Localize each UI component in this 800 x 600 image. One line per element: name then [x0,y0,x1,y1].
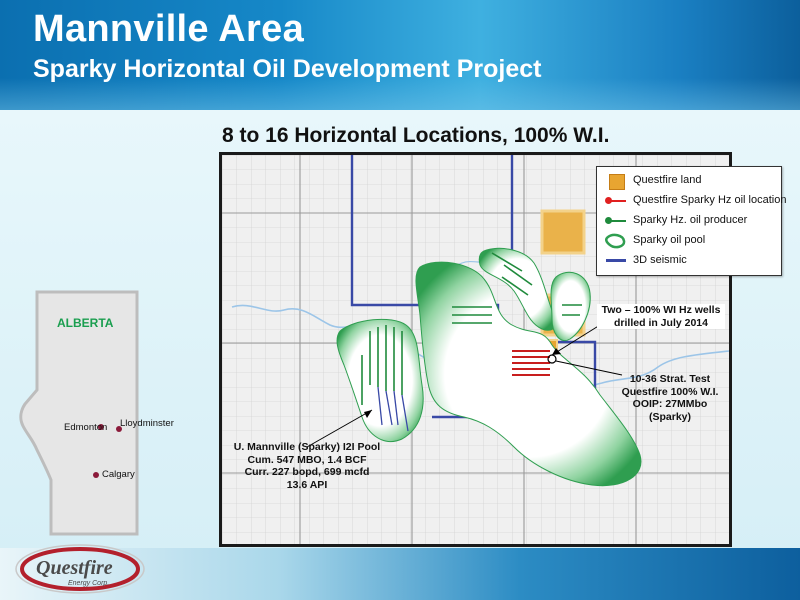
oil-pool-icon [605,233,627,249]
annotation-line: 13.6 API [286,478,328,491]
map-legend: Questfire land Questfire Sparky Hz oil l… [596,166,786,276]
annotation-line: drilled in July 2014 [614,316,708,329]
logo-subtitle: Energy Corp. [68,580,109,587]
annotation-line: 10-36 Strat. Test [629,373,711,385]
hz-location-icon [605,193,627,209]
slide-subtitle: Sparky Horizontal Oil Development Projec… [33,55,542,83]
legend-item-3d-seismic: 3D seismic [597,251,781,271]
city-marker [93,472,99,478]
seismic-line-icon [605,253,627,269]
annotation-line: Two – 100% WI Hz wells [601,304,721,316]
legend-label: Sparky oil pool [633,234,706,246]
legend-label: 3D seismic [633,254,687,266]
city-label-calgary: Calgary [102,469,135,480]
map-title: 8 to 16 Horizontal Locations, 100% W.I. [222,124,610,147]
logo-wordmark: Questfire [36,557,113,579]
city-label-edmonton: Edmonton [64,422,108,433]
header-banner: Mannville Area Sparky Horizontal Oil Dev… [0,0,800,110]
legend-label: Questfire Sparky Hz oil location [633,194,787,206]
annotation-hz-wells: Two – 100% WI Hz wells drilled in July 2… [597,304,725,329]
annotation-line: Questfire 100% W.I. [621,385,719,398]
legend-item-oil-pool: Sparky oil pool [597,231,781,251]
slide-title: Mannville Area [33,8,304,50]
legend-label: Questfire land [633,174,702,186]
legend-item-hz-location: Questfire Sparky Hz oil location [597,191,786,211]
legend-item-hz-producer: Sparky Hz. oil producer [597,211,781,231]
annotation-line: Curr. 227 bopd, 699 mcfd [244,466,370,478]
city-label-lloydminster: Lloydminster [120,418,174,429]
annotation-strat-test: 10-36 Strat. Test Questfire 100% W.I. OO… [616,373,724,423]
questfire-land-parcel [540,209,586,255]
legend-label: Sparky Hz. oil producer [633,214,748,226]
annotation-pool-stats: U. Mannville (Sparky) I2I Pool Cum. 547 … [226,441,388,491]
annotation-line: U. Mannville (Sparky) I2I Pool [233,441,381,453]
annotation-line: OOIP: 27MMbo [632,398,708,410]
province-label: ALBERTA [57,316,114,330]
hz-producer-icon [605,213,627,229]
annotation-line: Cum. 547 MBO, 1.4 BCF [247,453,367,466]
legend-item-questfire-land: Questfire land [597,171,781,191]
annotation-line: (Sparky) [648,410,691,423]
questfire-logo: Questfire Energy Corp. [15,544,145,594]
questfire-land-swatch-icon [605,173,627,190]
